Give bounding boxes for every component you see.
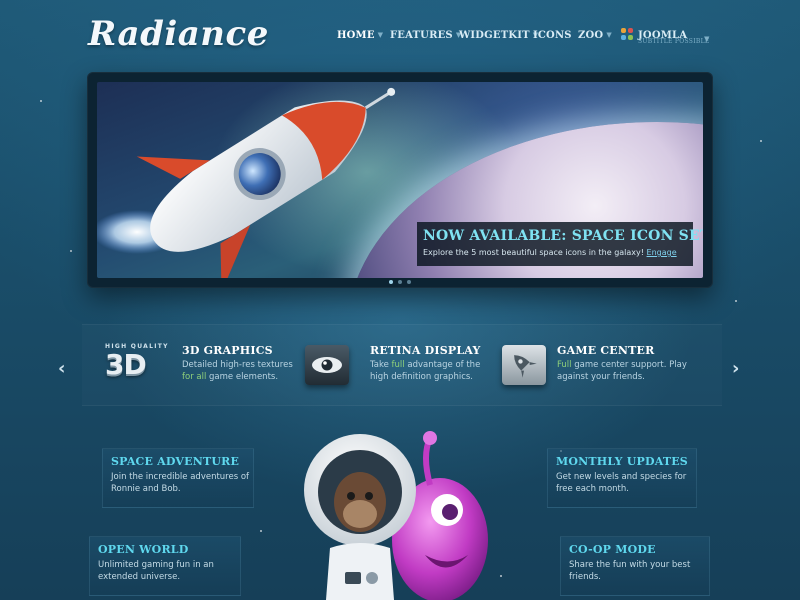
- feature-line: against your friends.: [557, 372, 645, 382]
- box-line: Share the fun with your best: [569, 560, 691, 570]
- nav-item-label: WIDGETKIT: [459, 30, 530, 41]
- star: [260, 530, 262, 532]
- box-title: OPEN WORLD: [98, 543, 189, 556]
- box-line: Unlimited gaming fun in an: [98, 560, 214, 570]
- star: [40, 100, 42, 102]
- site-logo[interactable]: Radiance: [88, 14, 269, 54]
- eye-icon: [305, 345, 349, 385]
- box-title: SPACE ADVENTURE: [111, 455, 240, 468]
- characters-illustration: [304, 431, 488, 600]
- nav-item-zoo[interactable]: ZOO ▼: [578, 30, 612, 41]
- engage-link[interactable]: Engage: [647, 248, 677, 257]
- feature-line: Detailed high-res textures: [182, 360, 293, 370]
- feature-line: Take: [370, 360, 392, 370]
- box-coop-mode: CO-OP MODE Share the fun with your best …: [560, 536, 710, 596]
- feature-line: high definition graphics.: [370, 372, 473, 382]
- slide-dot-2[interactable]: [398, 280, 402, 284]
- hero-slide[interactable]: NOW AVAILABLE: SPACE ICON SET 1 Explore …: [97, 82, 703, 278]
- feature-highlight: Full: [557, 360, 572, 370]
- feature-3d-graphics: 3D GRAPHICS Detailed high-res textures f…: [182, 344, 293, 383]
- caption-text: Explore the 5 most beautiful space icons…: [423, 248, 687, 257]
- caption-body: Explore the 5 most beautiful space icons…: [423, 248, 644, 257]
- caption-title: NOW AVAILABLE: SPACE ICON SET 1: [423, 228, 703, 244]
- box-line: Ronnie and Bob.: [111, 484, 181, 494]
- star: [760, 140, 762, 142]
- box-text: Share the fun with your best friends.: [569, 559, 701, 583]
- box-text: Join the incredible adventures of Ronnie…: [111, 471, 249, 495]
- feature-game-center: GAME CENTER Full game center support. Pl…: [557, 344, 687, 383]
- chevron-right-icon[interactable]: ›: [732, 358, 739, 379]
- box-open-world: OPEN WORLD Unlimited gaming fun in an ex…: [89, 536, 241, 596]
- chevron-down-icon: ▼: [606, 30, 612, 39]
- box-line: Join the incredible adventures of: [111, 472, 250, 482]
- feature-title: 3D GRAPHICS: [182, 344, 273, 357]
- feature-highlight: full: [391, 360, 405, 370]
- nav-item-joomla[interactable]: JOOMLA SUBTITLE POSSIBLE ▼: [621, 28, 709, 45]
- chevron-down-icon: ▼: [704, 34, 710, 43]
- joomla-icon: [621, 28, 633, 40]
- box-line: extended universe.: [98, 572, 181, 582]
- feature-title: GAME CENTER: [557, 344, 655, 357]
- chevron-left-icon[interactable]: ‹: [58, 358, 65, 379]
- slide-dot-1[interactable]: [389, 280, 393, 284]
- box-space-adventure: SPACE ADVENTURE Join the incredible adve…: [102, 448, 254, 508]
- nav-item-features[interactable]: FEATURES ▼: [390, 30, 461, 41]
- chevron-down-icon: ▼: [377, 30, 384, 39]
- nav-item-subtitle: SUBTITLE POSSIBLE: [638, 38, 710, 45]
- rocket-icon: [502, 345, 546, 385]
- nav-item-label: FEATURES: [390, 30, 453, 41]
- box-text: Unlimited gaming fun in an extended univ…: [98, 559, 232, 583]
- box-title: CO-OP MODE: [569, 543, 656, 556]
- feature-line: game center support. Play: [571, 360, 687, 370]
- hero-slideshow: NOW AVAILABLE: SPACE ICON SET 1 Explore …: [87, 72, 713, 288]
- feature-line: advantage of the: [404, 360, 481, 370]
- nav-item-label: ICONS: [533, 30, 572, 41]
- badge-big-text: 3D: [105, 348, 147, 381]
- feature-text: Detailed high-res textures for all game …: [182, 359, 293, 383]
- box-line: Get new levels and species for: [556, 472, 687, 482]
- nav-item-label: HOME: [337, 30, 375, 41]
- feature-text: Take full advantage of the high definiti…: [370, 359, 481, 383]
- slide-caption: NOW AVAILABLE: SPACE ICON SET 1 Explore …: [417, 222, 703, 266]
- box-title: MONTHLY UPDATES: [556, 455, 688, 468]
- feature-text: Full game center support. Play against y…: [557, 359, 687, 383]
- slide-dot-3[interactable]: [407, 280, 411, 284]
- feature-title: RETINA DISPLAY: [370, 344, 481, 357]
- nav-item-label: ZOO: [578, 30, 604, 41]
- feature-highlight: for all: [182, 372, 207, 382]
- 3d-badge-icon: HIGH QUALITY 3D: [105, 343, 175, 385]
- box-line: free each month.: [556, 484, 629, 494]
- feature-retina-display: RETINA DISPLAY Take full advantage of th…: [370, 344, 481, 383]
- box-text: Get new levels and species for free each…: [556, 471, 688, 495]
- nav-item-home[interactable]: HOME ▼: [337, 30, 383, 41]
- nav-item-widgetkit[interactable]: WIDGETKIT ▼: [459, 30, 538, 41]
- box-monthly-updates: MONTHLY UPDATES Get new levels and speci…: [547, 448, 697, 508]
- box-line: friends.: [569, 572, 601, 582]
- feature-line: game elements.: [206, 372, 279, 382]
- star: [70, 250, 72, 252]
- nav-item-icons[interactable]: ICONS: [533, 30, 572, 41]
- star: [735, 300, 737, 302]
